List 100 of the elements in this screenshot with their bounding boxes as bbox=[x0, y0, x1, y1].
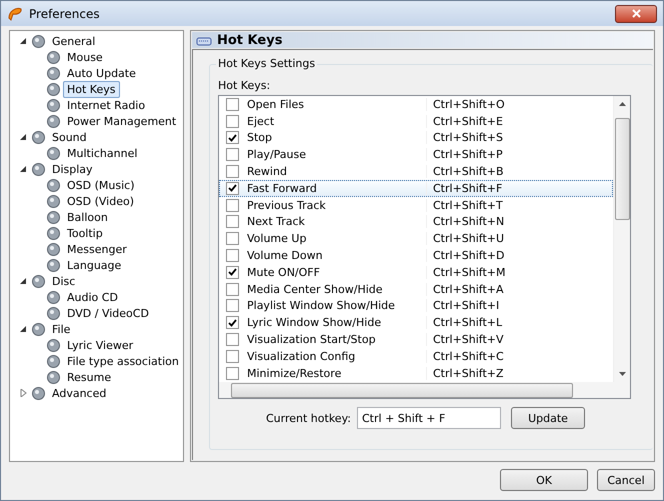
scroll-down-icon[interactable] bbox=[618, 372, 626, 376]
hotkey-row[interactable]: Previous Track Ctrl+Shift+T bbox=[219, 196, 613, 214]
hotkey-row[interactable]: Next Track Ctrl+Shift+N bbox=[219, 214, 613, 230]
tree-item[interactable]: Sound bbox=[48, 128, 91, 146]
action-label: Lyric Window Show/Hide bbox=[247, 316, 382, 330]
hotkey-row[interactable]: Visualization Config Ctrl+Shift+C bbox=[219, 348, 613, 365]
hotkey-row[interactable]: Volume Up Ctrl+Shift+U bbox=[219, 230, 613, 248]
tree-item[interactable]: File type association bbox=[63, 352, 183, 370]
hotkey-row[interactable]: Volume Down Ctrl+Shift+D bbox=[219, 247, 613, 264]
tree-item[interactable]: Auto Update bbox=[63, 64, 140, 82]
action-label: Play/Pause bbox=[247, 148, 307, 162]
hotkey-row[interactable]: Stop Ctrl+Shift+S bbox=[219, 130, 613, 146]
horizontal-scrollbar[interactable] bbox=[219, 382, 630, 398]
hotkey-row[interactable]: Visualization Start/Stop Ctrl+Shift+V bbox=[219, 331, 613, 348]
checkbox[interactable] bbox=[226, 114, 239, 128]
panel-title: Hot Keys bbox=[217, 32, 282, 48]
tree-item[interactable]: OSD (Video) bbox=[63, 192, 138, 210]
node-icon bbox=[46, 242, 61, 256]
hotkey-row[interactable]: Minimize/Restore Ctrl+Shift+Z bbox=[219, 364, 613, 382]
tree-item[interactable]: Disc bbox=[48, 272, 80, 290]
action-label: Fast Forward bbox=[247, 182, 318, 195]
tree-item[interactable]: Advanced bbox=[48, 384, 110, 402]
checkbox[interactable] bbox=[226, 215, 239, 228]
tree-item[interactable]: Resume bbox=[63, 368, 116, 386]
checkbox[interactable] bbox=[226, 316, 239, 330]
tree-item[interactable]: Multichannel bbox=[63, 144, 142, 162]
expander-icon[interactable] bbox=[20, 325, 26, 333]
hotkey-row[interactable]: Play/Pause Ctrl+Shift+P bbox=[219, 146, 613, 164]
node-icon bbox=[46, 258, 61, 272]
tree-item[interactable]: Power Management bbox=[63, 112, 180, 130]
check-icon bbox=[228, 184, 237, 192]
close-button[interactable] bbox=[615, 4, 657, 22]
node-icon bbox=[46, 114, 61, 128]
update-button[interactable]: Update bbox=[511, 407, 585, 429]
check-icon bbox=[228, 134, 237, 142]
vertical-scrollbar[interactable] bbox=[613, 96, 630, 382]
action-label: Stop bbox=[247, 131, 274, 144]
list-label: Hot Keys: bbox=[218, 79, 272, 92]
tree-item[interactable]: Messenger bbox=[63, 240, 131, 258]
dialog-button[interactable]: OK bbox=[500, 469, 588, 491]
tree-item[interactable]: Balloon bbox=[63, 208, 112, 226]
checkbox[interactable] bbox=[226, 266, 239, 279]
checkbox[interactable] bbox=[226, 299, 239, 312]
hotkey-row[interactable]: Open Files Ctrl+Shift+O bbox=[219, 96, 613, 113]
checkbox[interactable] bbox=[226, 333, 239, 346]
expander-icon[interactable] bbox=[20, 277, 26, 285]
hotkey-label: Ctrl+Shift+N bbox=[426, 215, 504, 228]
close-icon bbox=[632, 9, 640, 18]
current-hotkey-field[interactable]: Ctrl + Shift + F bbox=[357, 407, 501, 429]
dialog-button[interactable]: Cancel bbox=[597, 469, 655, 491]
hotkey-label: Ctrl+Shift+C bbox=[426, 350, 504, 363]
hotkey-row[interactable]: Rewind Ctrl+Shift+B bbox=[219, 163, 613, 180]
hotkey-label: Ctrl+Shift+V bbox=[426, 333, 504, 346]
checkbox[interactable] bbox=[226, 350, 239, 363]
hotkey-row[interactable]: Mute ON/OFF Ctrl+Shift+M bbox=[219, 264, 613, 281]
hotkey-row[interactable]: Fast Forward Ctrl+Shift+F bbox=[219, 180, 613, 197]
action-label: Minimize/Restore bbox=[247, 366, 342, 380]
tree-item[interactable]: Display bbox=[48, 160, 97, 178]
check-icon bbox=[228, 318, 237, 327]
expander-icon[interactable] bbox=[20, 133, 26, 141]
hotkey-row[interactable]: Playlist Window Show/Hide Ctrl+Shift+I bbox=[219, 298, 613, 314]
scroll-up-icon[interactable] bbox=[618, 102, 626, 106]
tree-item[interactable]: OSD (Music) bbox=[63, 176, 138, 194]
tree-item[interactable]: General bbox=[48, 32, 100, 50]
checkbox[interactable] bbox=[226, 182, 239, 195]
checkbox[interactable] bbox=[226, 366, 239, 380]
action-label: Eject bbox=[247, 114, 276, 128]
checkbox[interactable] bbox=[226, 165, 239, 178]
tree-item[interactable]: Internet Radio bbox=[63, 96, 150, 114]
node-icon bbox=[46, 226, 61, 240]
tree-item[interactable]: Tooltip bbox=[63, 224, 107, 242]
hotkey-label: Ctrl+Shift+S bbox=[426, 131, 503, 144]
checkbox[interactable] bbox=[226, 232, 239, 246]
tree-item[interactable]: Audio CD bbox=[63, 288, 122, 306]
node-icon bbox=[46, 338, 61, 352]
tree-item[interactable]: File bbox=[48, 320, 74, 338]
node-icon bbox=[31, 274, 46, 288]
checkbox[interactable] bbox=[226, 131, 239, 144]
tree-item[interactable]: Hot Keys bbox=[63, 80, 120, 98]
checkbox[interactable] bbox=[226, 249, 239, 262]
hotkey-label: Ctrl+Shift+E bbox=[426, 114, 503, 128]
tree-item[interactable]: Mouse bbox=[63, 48, 107, 66]
action-label: Open Files bbox=[247, 98, 306, 111]
node-icon bbox=[46, 194, 61, 208]
node-icon bbox=[46, 50, 61, 64]
tree-item[interactable]: DVD / VideoCD bbox=[63, 304, 153, 322]
hotkey-row[interactable]: Lyric Window Show/Hide Ctrl+Shift+L bbox=[219, 314, 613, 332]
checkbox[interactable] bbox=[226, 98, 239, 111]
hotkey-row[interactable]: Eject Ctrl+Shift+E bbox=[219, 112, 613, 130]
checkbox[interactable] bbox=[226, 148, 239, 162]
tree-item[interactable]: Language bbox=[63, 256, 126, 274]
hotkey-row[interactable]: Media Center Show/Hide Ctrl+Shift+A bbox=[219, 280, 613, 298]
checkbox[interactable] bbox=[226, 198, 239, 212]
action-label: Rewind bbox=[247, 165, 288, 178]
expander-icon[interactable] bbox=[20, 37, 26, 45]
expander-icon[interactable] bbox=[20, 165, 26, 173]
checkbox[interactable] bbox=[226, 282, 239, 296]
action-label: Previous Track bbox=[247, 198, 327, 212]
tree-item[interactable]: Lyric Viewer bbox=[63, 336, 138, 354]
action-label: Volume Down bbox=[247, 249, 324, 262]
